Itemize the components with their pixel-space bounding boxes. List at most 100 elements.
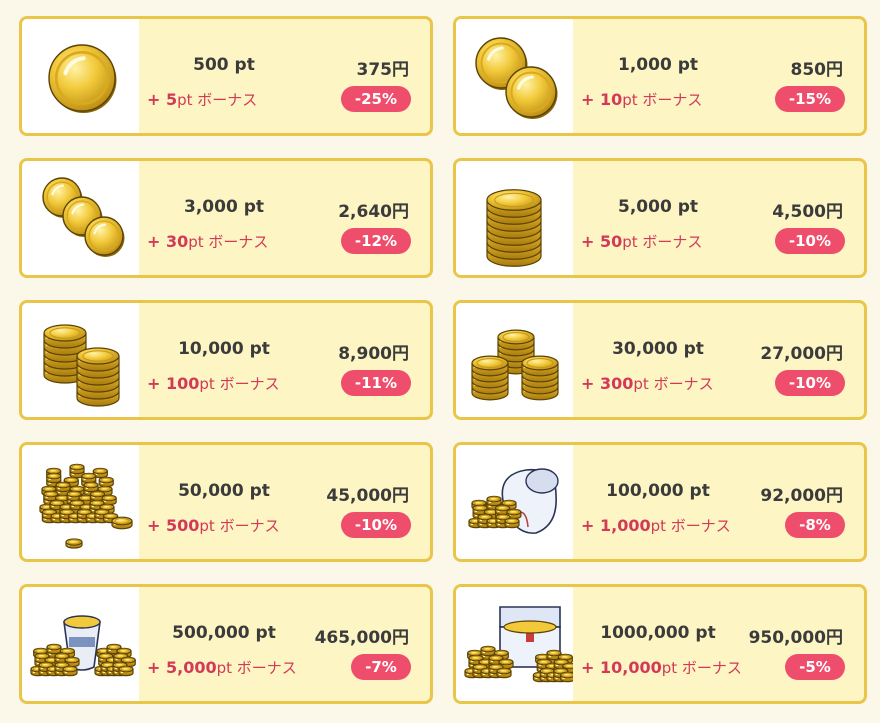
package-info: 1000,000 pt + 10,000pt ボーナス 950,000円 -5% — [573, 587, 864, 701]
bonus-plus: + — [147, 516, 166, 535]
package-card[interactable]: 100,000 pt + 1,000pt ボーナス 92,000円 -8% — [453, 442, 867, 562]
bonus-amount: 10 — [599, 90, 623, 109]
single-coin-icon — [48, 44, 117, 113]
package-price: 850円 — [790, 60, 844, 80]
bonus-label: ボーナス — [670, 517, 731, 535]
package-info: 1,000 pt + 10pt ボーナス 850円 -15% — [573, 19, 864, 133]
package-points: 500 pt — [193, 55, 255, 75]
discount-badge: -10% — [774, 370, 845, 396]
package-bonus: + 50pt ボーナス — [581, 232, 703, 251]
package-info: 5,000 pt + 50pt ボーナス 4,500円 -10% — [573, 161, 864, 275]
discount-badge: -8% — [785, 512, 845, 538]
package-bonus: + 30pt ボーナス — [147, 232, 269, 251]
package-bonus: + 5pt ボーナス — [147, 90, 258, 109]
coin-pile-icon — [39, 463, 133, 549]
bonus-label: ボーナス — [236, 659, 297, 677]
bonus-amount: 5,000 — [165, 658, 217, 677]
package-price: 4,500円 — [772, 202, 843, 222]
bonus-amount: 10,000 — [599, 658, 662, 677]
discount-badge: -11% — [340, 370, 411, 396]
package-info: 500 pt + 5pt ボーナス 375円 -25% — [139, 19, 430, 133]
package-bonus: + 5,000pt ボーナス — [147, 658, 297, 677]
package-points: 500,000 pt — [172, 623, 276, 643]
bonus-plus: + — [147, 374, 166, 393]
package-info: 50,000 pt + 500pt ボーナス 45,000円 -10% — [139, 445, 430, 559]
coin-stack-icon — [486, 189, 542, 267]
bonus-plus: + — [581, 232, 600, 251]
bonus-plus: + — [581, 90, 600, 109]
package-bonus: + 500pt ボーナス — [147, 516, 280, 535]
package-points: 30,000 pt — [612, 339, 704, 359]
package-card[interactable]: 1000,000 pt + 10,000pt ボーナス 950,000円 -5% — [453, 584, 867, 704]
discount-badge: -10% — [340, 512, 411, 538]
bonus-plus: + — [147, 658, 166, 677]
package-price: 8,900円 — [338, 344, 409, 364]
package-points: 50,000 pt — [178, 481, 270, 501]
discount-badge: -5% — [785, 654, 845, 680]
package-card[interactable]: 500,000 pt + 5,000pt ボーナス 465,000円 -7% — [19, 584, 433, 704]
bonus-plus: + — [581, 516, 600, 535]
bonus-label: ボーナス — [642, 233, 703, 251]
package-bonus: + 1,000pt ボーナス — [581, 516, 731, 535]
two-coins-icon — [475, 37, 558, 119]
bonus-plus: + — [581, 374, 600, 393]
package-bonus: + 100pt ボーナス — [147, 374, 280, 393]
package-bonus: + 300pt ボーナス — [581, 374, 714, 393]
package-price: 45,000円 — [326, 486, 409, 506]
package-card[interactable]: 10,000 pt + 100pt ボーナス 8,900円 -11% — [19, 300, 433, 420]
bonus-label: ボーナス — [197, 91, 258, 109]
discount-badge: -12% — [340, 228, 411, 254]
package-bonus: + 10,000pt ボーナス — [581, 658, 742, 677]
package-thumbnail — [22, 161, 139, 275]
bonus-amount: 30 — [165, 232, 189, 251]
discount-badge: -25% — [340, 86, 411, 112]
package-info: 10,000 pt + 100pt ボーナス 8,900円 -11% — [139, 303, 430, 417]
bonus-label: ボーナス — [653, 375, 714, 393]
package-points: 100,000 pt — [606, 481, 710, 501]
bonus-amount: 300 — [599, 374, 634, 393]
discount-badge: -7% — [351, 654, 411, 680]
package-price: 465,000円 — [314, 628, 409, 648]
treasure-chest-icon — [464, 606, 573, 683]
package-info: 3,000 pt + 30pt ボーナス 2,640円 -12% — [139, 161, 430, 275]
coin-bucket-icon — [30, 615, 136, 677]
package-points: 1,000 pt — [618, 55, 698, 75]
bonus-label: ボーナス — [681, 659, 742, 677]
bonus-amount: 1,000 — [599, 516, 651, 535]
package-thumbnail — [22, 587, 139, 701]
package-thumbnail — [22, 445, 139, 559]
package-points: 1000,000 pt — [600, 623, 716, 643]
package-thumbnail — [456, 303, 573, 417]
package-info: 30,000 pt + 300pt ボーナス 27,000円 -10% — [573, 303, 864, 417]
three-coin-stacks-icon — [471, 329, 559, 401]
package-price: 2,640円 — [338, 202, 409, 222]
package-card[interactable]: 500 pt + 5pt ボーナス 375円 -25% — [19, 16, 433, 136]
package-thumbnail — [456, 161, 573, 275]
coin-sack-icon — [468, 468, 559, 534]
bonus-plus: + — [147, 232, 166, 251]
package-card[interactable]: 30,000 pt + 300pt ボーナス 27,000円 -10% — [453, 300, 867, 420]
three-coins-icon — [42, 177, 125, 257]
discount-badge: -10% — [774, 228, 845, 254]
bonus-amount: 100 — [165, 374, 200, 393]
bonus-amount: 50 — [599, 232, 623, 251]
bonus-label: ボーナス — [642, 91, 703, 109]
package-card[interactable]: 5,000 pt + 50pt ボーナス 4,500円 -10% — [453, 158, 867, 278]
package-card[interactable]: 3,000 pt + 30pt ボーナス 2,640円 -12% — [19, 158, 433, 278]
package-price: 92,000円 — [760, 486, 843, 506]
package-thumbnail — [456, 587, 573, 701]
package-info: 100,000 pt + 1,000pt ボーナス 92,000円 -8% — [573, 445, 864, 559]
package-points: 10,000 pt — [178, 339, 270, 359]
bonus-plus: + — [581, 658, 600, 677]
package-thumbnail — [456, 445, 573, 559]
package-card[interactable]: 1,000 pt + 10pt ボーナス 850円 -15% — [453, 16, 867, 136]
package-card[interactable]: 50,000 pt + 500pt ボーナス 45,000円 -10% — [19, 442, 433, 562]
discount-badge: -15% — [774, 86, 845, 112]
package-info: 500,000 pt + 5,000pt ボーナス 465,000円 -7% — [139, 587, 430, 701]
bonus-label: ボーナス — [219, 375, 280, 393]
package-points: 3,000 pt — [184, 197, 264, 217]
package-bonus: + 10pt ボーナス — [581, 90, 703, 109]
two-coin-stacks-icon — [43, 324, 120, 407]
package-thumbnail — [22, 19, 139, 133]
package-thumbnail — [456, 19, 573, 133]
